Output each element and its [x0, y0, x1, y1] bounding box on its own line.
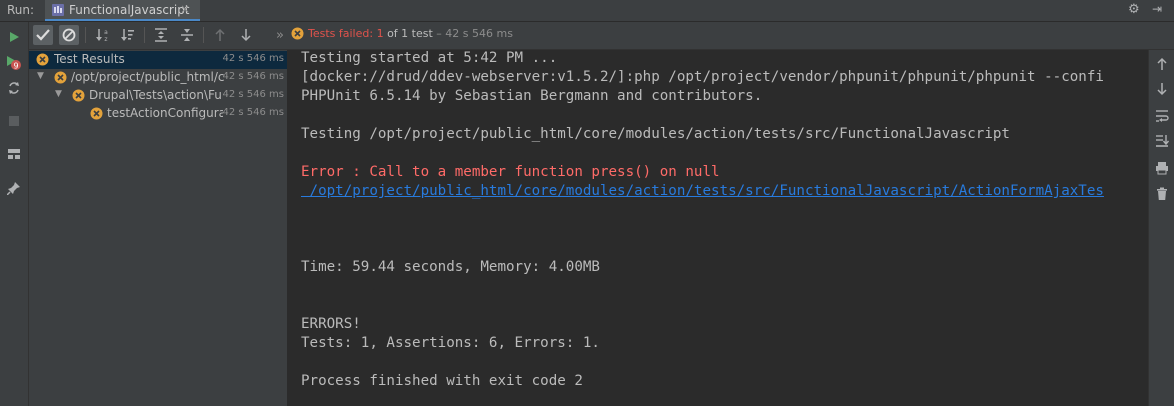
test-runner-toolbar: a z » Tests failed: 1 of 1 test – 42 s 5…	[29, 22, 1174, 50]
toggle-auto-test-icon[interactable]	[4, 78, 24, 98]
tree-row-test-results[interactable]: Test Results 42 s 546 ms	[29, 51, 287, 69]
console-line: ERRORS!	[301, 316, 361, 332]
run-tab-bar: Run: FunctionalJavascript × ⚙ ⇥	[0, 0, 1174, 22]
console-line: [docker://drud/ddev-webserver:v1.5.2/]:p…	[301, 69, 1104, 85]
console-line: Tests: 1, Assertions: 6, Errors: 1.	[301, 335, 600, 351]
rerun-failed-tests-icon[interactable]: 9	[4, 53, 24, 73]
test-failed-status-icon	[291, 27, 304, 43]
show-ignored-icon[interactable]	[59, 25, 79, 45]
tree-row-duration: 42 s 546 ms	[222, 89, 284, 100]
toolbar-separator	[85, 27, 86, 43]
tree-row-label: Drupal\Tests\action\Func	[89, 88, 223, 102]
failed-test-icon	[54, 71, 67, 87]
console-output[interactable]: Testing started at 5:42 PM ... [docker:/…	[288, 50, 1147, 406]
console-line: Testing started at 5:42 PM ...	[301, 50, 558, 66]
tab-functionaljavascript[interactable]: FunctionalJavascript	[45, 0, 200, 21]
run-label: Run:	[7, 3, 35, 17]
console-line: Process finished with exit code 2	[301, 373, 583, 389]
phpunit-icon	[51, 3, 65, 20]
stack-trace-link[interactable]: /opt/project/public_html/core/modules/ac…	[301, 183, 1104, 199]
tree-row-test-method[interactable]: testActionConfigurati 42 s 546 ms	[29, 105, 287, 123]
rerun-icon[interactable]	[4, 27, 24, 47]
failed-test-icon	[36, 53, 49, 69]
stop-icon[interactable]	[4, 111, 24, 131]
expand-all-icon[interactable]	[151, 25, 171, 45]
svg-text:z: z	[104, 36, 107, 42]
tree-row-duration: 42 s 546 ms	[222, 107, 284, 118]
restore-layout-icon[interactable]	[4, 144, 24, 164]
expand-toggle-icon[interactable]: ▼	[37, 71, 44, 81]
tab-close-icon[interactable]: ×	[180, 2, 190, 16]
down-stack-trace-icon[interactable]	[1152, 79, 1172, 99]
collapse-all-icon[interactable]	[177, 25, 197, 45]
more-actions-icon[interactable]: »	[270, 25, 290, 45]
expand-toggle-icon[interactable]: ▼	[55, 89, 62, 99]
up-stack-trace-icon[interactable]	[1152, 54, 1172, 74]
sort-alphabetically-icon[interactable]: a z	[93, 25, 113, 45]
clear-all-trash-icon[interactable]	[1152, 184, 1172, 204]
failed-test-icon	[90, 107, 103, 123]
tree-row-duration: 42 s 546 ms	[222, 71, 284, 82]
next-failed-test-icon[interactable]	[236, 25, 256, 45]
tree-row-project-path[interactable]: ▼ /opt/project/public_html/co 42 s 546 m…	[29, 69, 287, 87]
test-status-summary: Tests failed: 1 of 1 test – 42 s 546 ms	[308, 27, 513, 40]
soft-wrap-icon[interactable]	[1152, 106, 1172, 126]
run-side-toolbar: 9	[0, 22, 29, 406]
tree-row-label: /opt/project/public_html/co	[71, 70, 224, 84]
pin-tab-icon[interactable]	[4, 178, 24, 198]
svg-text:9: 9	[13, 62, 18, 71]
console-error-line: Error : Call to a member function press(…	[301, 164, 720, 180]
tab-title: FunctionalJavascript	[69, 3, 190, 17]
settings-gear-icon[interactable]: ⚙	[1128, 2, 1140, 17]
tree-row-duration: 42 s 546 ms	[222, 53, 284, 64]
console-line: PHPUnit 6.5.14 by Sebastian Bergmann and…	[301, 88, 763, 104]
status-count: of 1 test	[383, 27, 433, 40]
scroll-to-end-icon[interactable]	[1152, 131, 1172, 151]
toolbar-separator	[144, 27, 145, 43]
tree-row-label: testActionConfigurati	[107, 106, 223, 120]
previous-failed-test-icon[interactable]	[210, 25, 230, 45]
test-results-tree: Test Results 42 s 546 ms ▼ /opt/project/…	[29, 50, 288, 406]
console-side-toolbar	[1148, 50, 1174, 406]
print-icon[interactable]	[1152, 158, 1172, 178]
status-time: – 42 s 546 ms	[432, 27, 513, 40]
console-line: Time: 59.44 seconds, Memory: 4.00MB	[301, 259, 600, 275]
console-line: Testing /opt/project/public_html/core/mo…	[301, 126, 1010, 142]
tree-row-label: Test Results	[54, 52, 125, 66]
hide-panel-icon[interactable]: ⇥	[1152, 2, 1162, 16]
show-passed-checkmark-icon[interactable]	[33, 25, 53, 45]
toolbar-separator	[203, 27, 204, 43]
failed-test-icon	[72, 89, 85, 105]
tree-row-test-class[interactable]: ▼ Drupal\Tests\action\Func 42 s 546 ms	[29, 87, 287, 105]
svg-text:a: a	[104, 29, 108, 36]
status-failed: Tests failed: 1	[308, 27, 384, 40]
sort-by-duration-icon[interactable]	[118, 25, 138, 45]
